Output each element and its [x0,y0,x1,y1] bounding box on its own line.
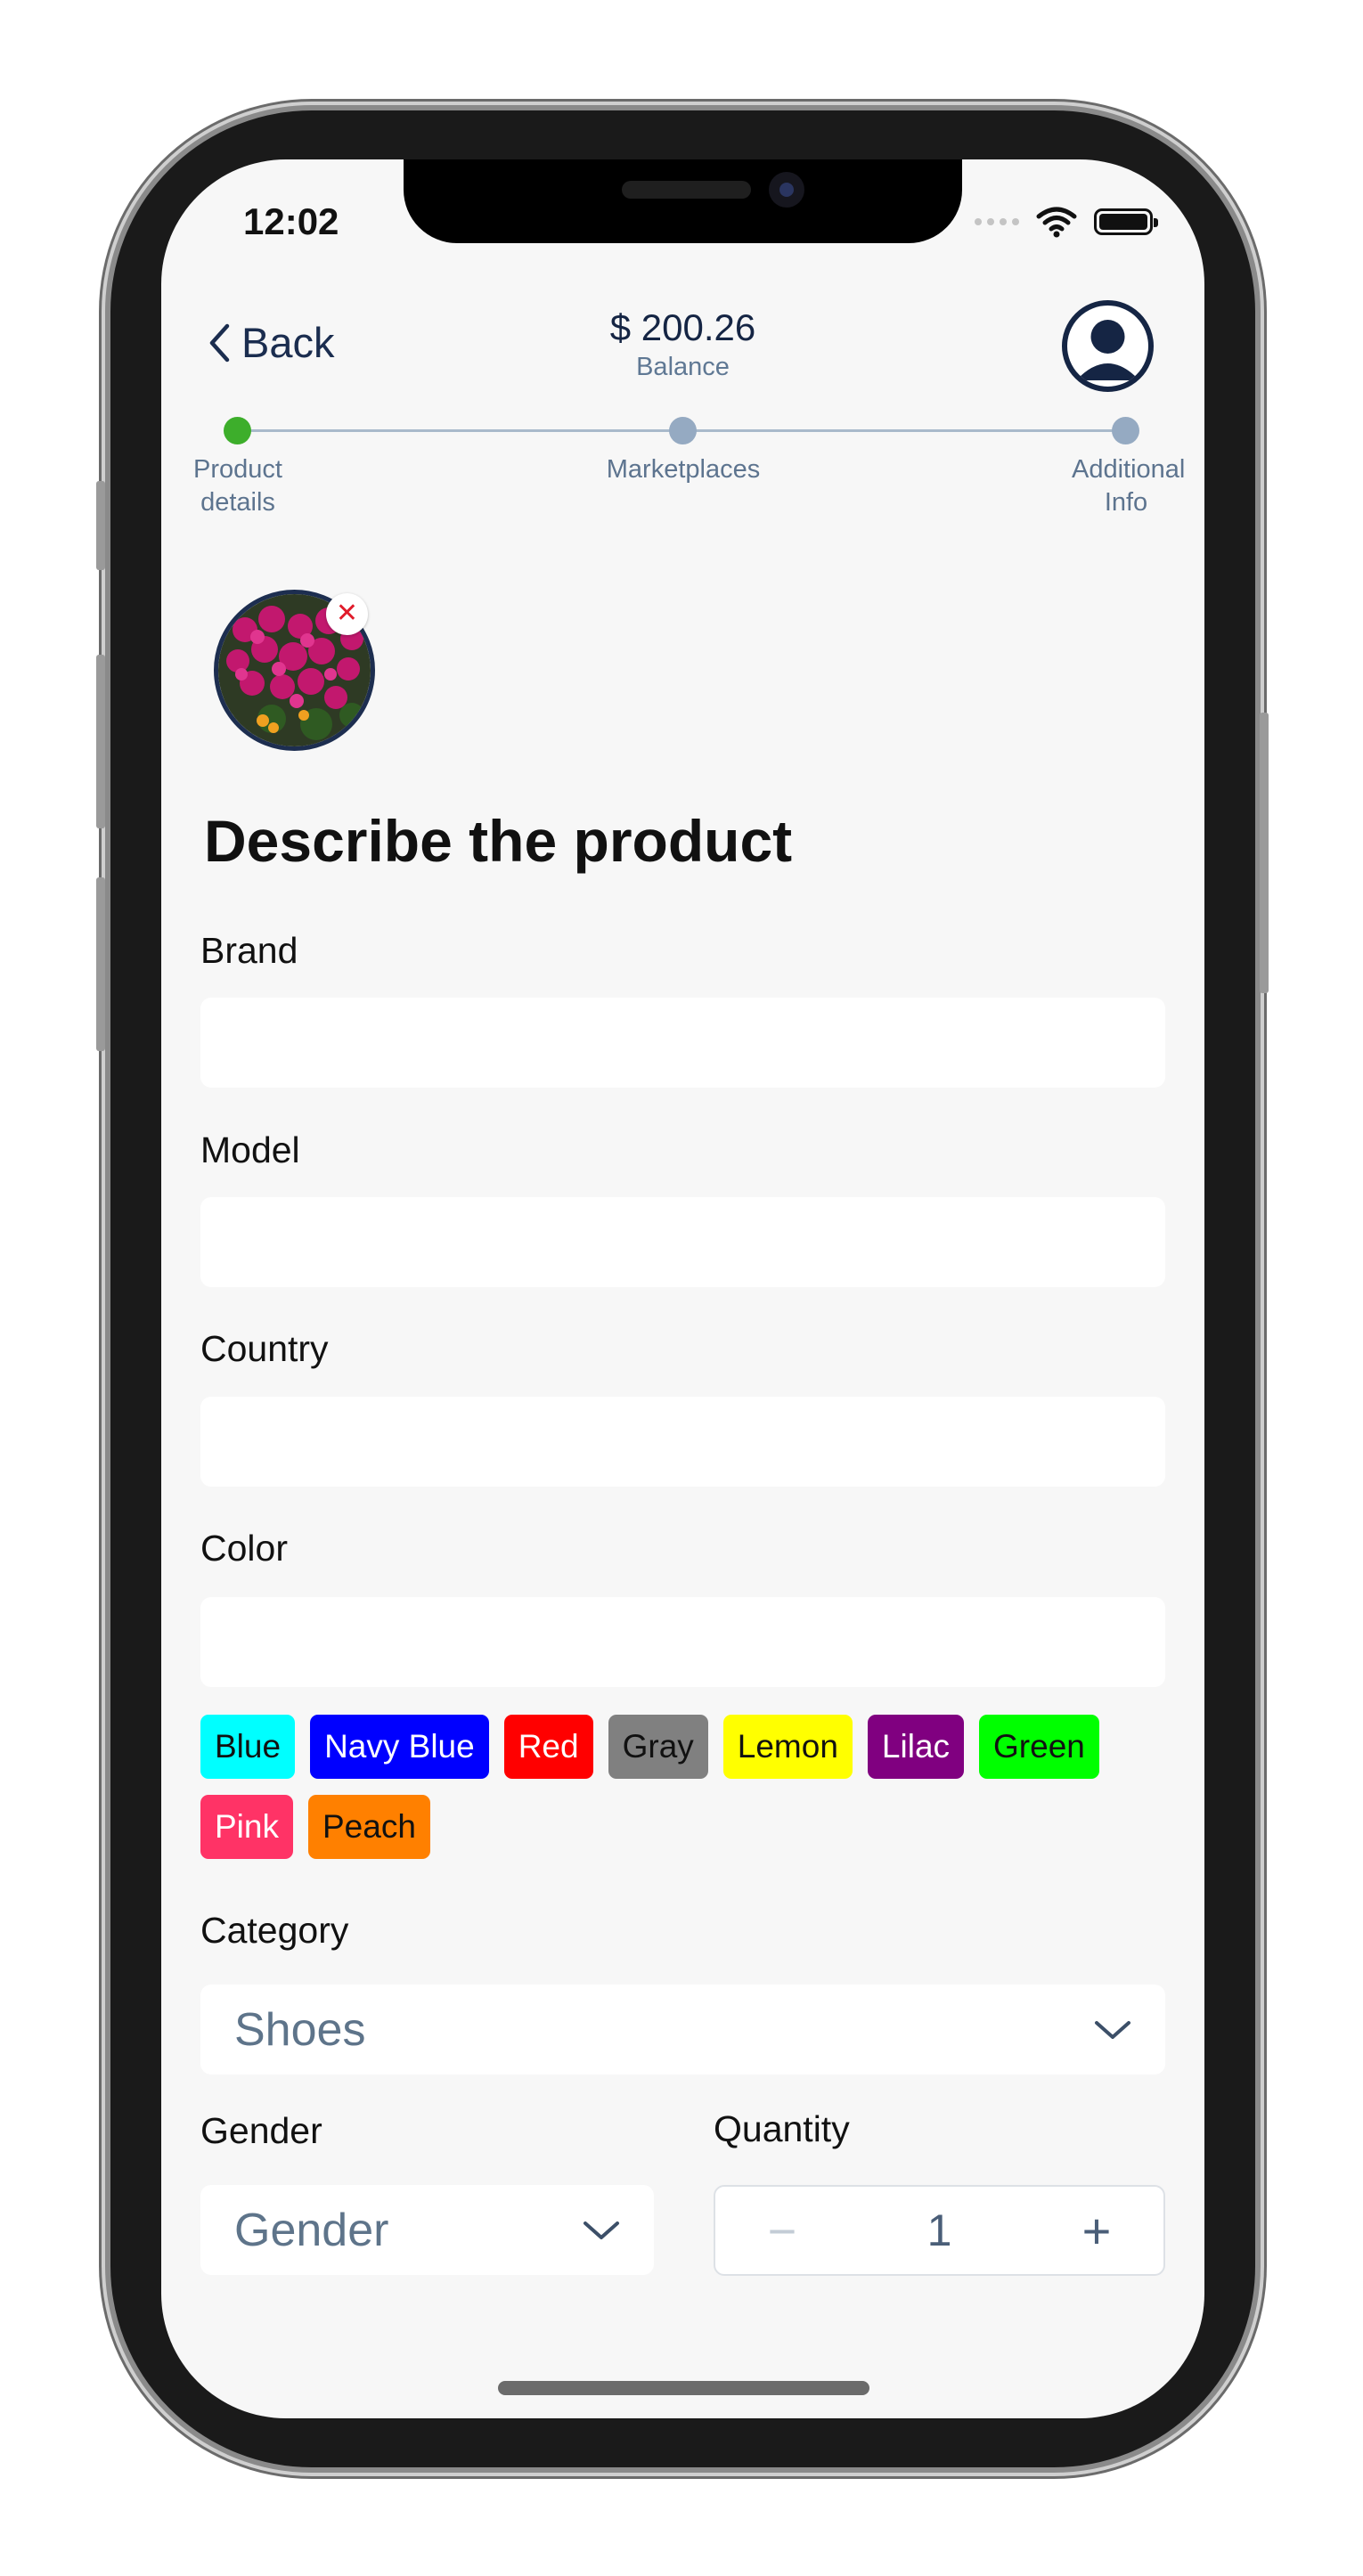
balance: $ 200.26 Balance [161,306,1204,382]
step-dot-product-details [224,417,251,444]
step-dot-marketplaces [669,417,697,444]
quantity-stepper: − 1 + [714,2185,1165,2276]
chevron-down-icon [584,2221,619,2239]
color-chip[interactable]: Navy Blue [310,1715,489,1779]
balance-amount: $ 200.26 [609,306,756,348]
color-chip[interactable]: Lemon [722,1715,853,1779]
chevron-down-icon [1095,2020,1130,2039]
battery-icon [1094,208,1158,235]
front-camera [769,172,804,208]
color-chip[interactable]: Lilac [867,1715,965,1779]
color-input[interactable] [200,1597,1165,1687]
gender-value: Gender [234,2204,389,2256]
color-label: Color [200,1528,288,1569]
quantity-label: Quantity [714,2108,850,2149]
balance-label: Balance [636,353,730,381]
color-chip[interactable]: Red [503,1715,593,1779]
quantity-value: 1 [926,2205,952,2255]
screen: 12:02 Back $ 200.26 Balance Product deta… [161,159,1204,2418]
color-chip[interactable]: Peach [307,1795,430,1859]
power-button [1260,713,1269,993]
step-dot-additional-info [1112,417,1139,444]
page-title: Describe the product [204,808,793,874]
category-value: Shoes [234,2003,366,2056]
color-chip[interactable]: Blue [200,1715,296,1779]
color-chip[interactable]: Gray [608,1715,708,1779]
brand-input[interactable] [200,998,1165,1088]
country-input[interactable] [200,1397,1165,1487]
remove-photo-button[interactable]: ✕ [326,593,368,635]
volume-up-button [96,655,105,828]
step-label-marketplaces: Marketplaces [606,455,761,484]
silent-switch [96,481,105,570]
volume-down-button [96,877,105,1051]
status-icons [975,206,1158,238]
cellular-signal-icon [975,218,1019,225]
country-label: Country [200,1328,329,1369]
brand-label: Brand [200,930,298,971]
color-chip[interactable]: Green [979,1715,1099,1779]
gender-label: Gender [200,2110,322,2151]
category-select[interactable]: Shoes [200,1985,1165,2075]
step-label-additional-info: Additional Info [1072,455,1186,517]
speaker [622,181,751,199]
decrement-button[interactable]: − [760,2202,804,2260]
category-label: Category [200,1910,349,1951]
step-label-product-details: Product details [193,455,282,517]
wifi-icon [1036,207,1077,238]
home-indicator [498,2381,869,2395]
status-time: 12:02 [243,200,339,242]
increment-button[interactable]: + [1074,2202,1119,2260]
profile-avatar-icon[interactable] [1062,300,1154,392]
color-chip[interactable]: Pink [200,1795,293,1859]
model-label: Model [200,1129,300,1170]
color-chips: Blue Navy Blue Red Gray Lemon Lilac Green Pink P… [200,1715,1171,1859]
model-input[interactable] [200,1197,1165,1287]
gender-select[interactable]: Gender [200,2185,654,2275]
notch [404,159,962,243]
